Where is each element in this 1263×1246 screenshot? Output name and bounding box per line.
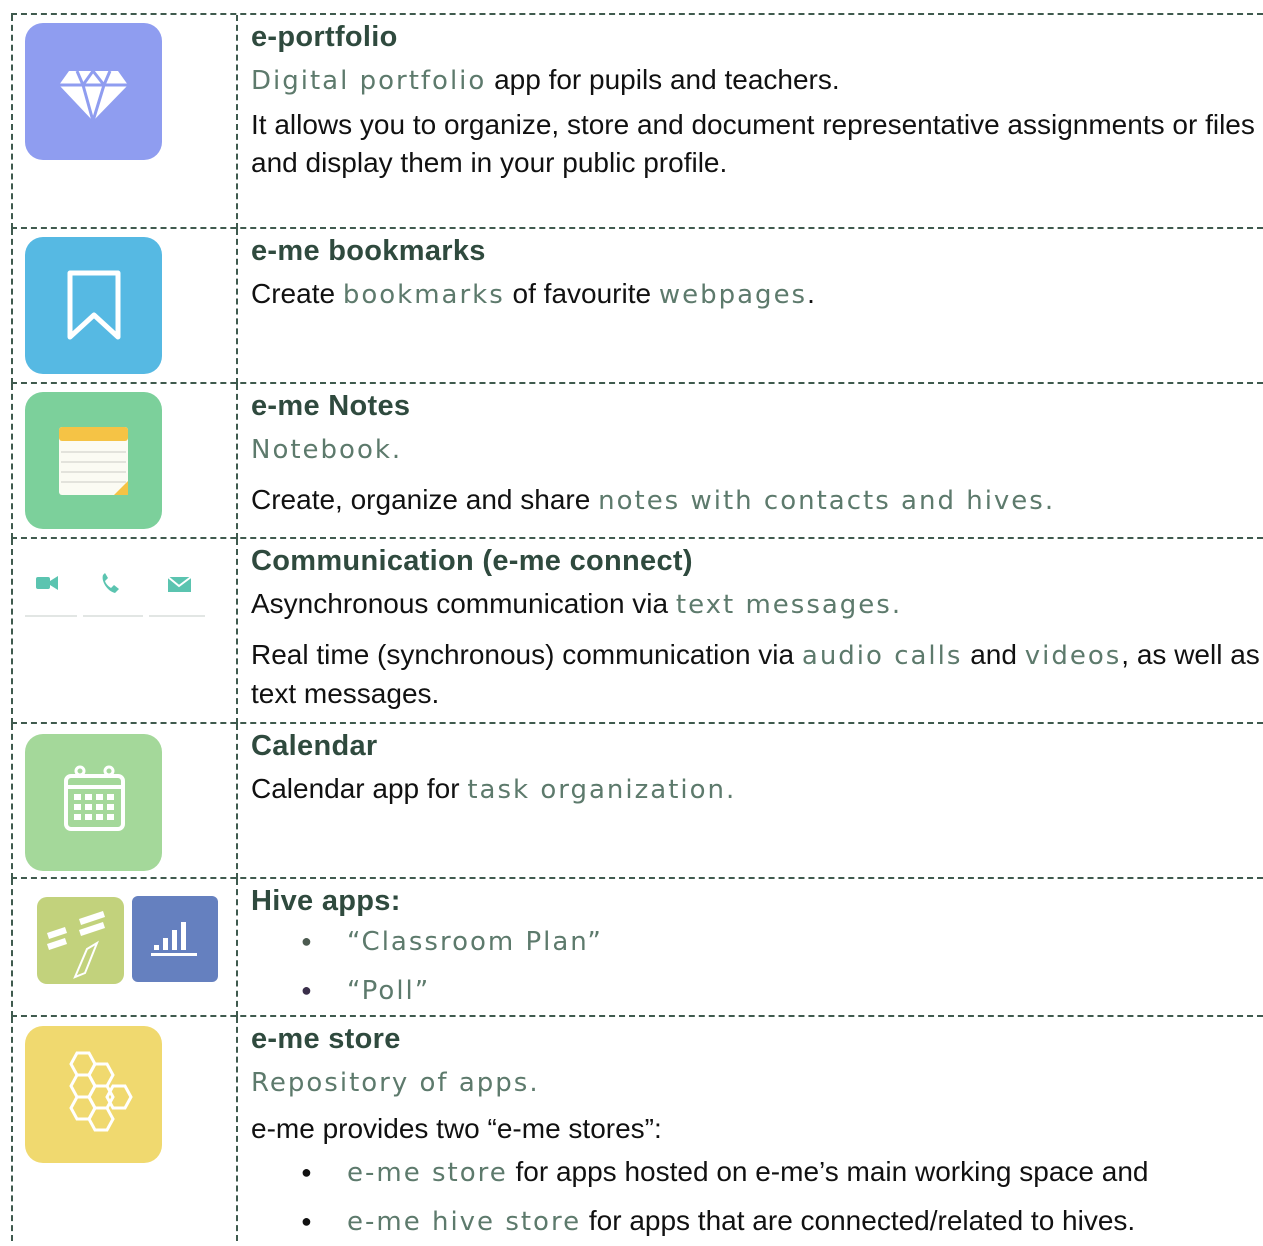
- row-e-me-notes: e-me Notes Notebook. Create, organize an…: [11, 382, 1263, 539]
- poll-app-icon[interactable]: [132, 896, 218, 982]
- calendar-icon: [64, 765, 125, 831]
- audio-calls-link[interactable]: audio calls: [802, 641, 963, 671]
- notes-link[interactable]: notes with contacts and hives.: [598, 486, 1055, 516]
- row-description: It allows you to organize, store and doc…: [251, 109, 1255, 178]
- row-e-me-bookmarks: e-me bookmarks Create bookmarks of favou…: [11, 227, 1263, 384]
- envelope-icon[interactable]: [149, 576, 205, 617]
- communication-icons: [11, 539, 236, 724]
- row-calendar: Calendar Calendar app for task organizat…: [11, 722, 1263, 879]
- calendar-app-icon[interactable]: [25, 734, 162, 871]
- row-e-me-store: e-me store Repository of apps. e-me prov…: [11, 1015, 1263, 1245]
- e-me-hive-store-link[interactable]: e-me hive store: [347, 1207, 581, 1237]
- digital-portfolio-link[interactable]: Digital portfolio: [251, 66, 486, 96]
- bookmarks-app-icon[interactable]: [25, 237, 162, 374]
- phone-icon[interactable]: [83, 573, 143, 617]
- e-me-store-link[interactable]: e-me store: [347, 1158, 508, 1188]
- notebook-link[interactable]: Notebook.: [251, 435, 402, 465]
- bookmark-icon: [67, 270, 121, 340]
- poll-icon: [151, 922, 197, 956]
- task-organization-link[interactable]: task organization.: [467, 775, 736, 805]
- row-communication: Communication (e-me connect) Asynchronou…: [11, 537, 1263, 724]
- row-e-portfolio: e-portfolio Digital portfolio app for pu…: [11, 13, 1263, 229]
- video-camera-icon[interactable]: [25, 576, 77, 617]
- row-title: e-me Notes: [251, 390, 411, 422]
- classroom-plan-app-icon[interactable]: [37, 897, 124, 984]
- row-title: e-me store: [251, 1023, 401, 1055]
- webpages-link[interactable]: webpages: [659, 280, 807, 310]
- repository-link[interactable]: Repository of apps.: [251, 1068, 540, 1098]
- list-item: e-me store for apps hosted on e-me’s mai…: [301, 1148, 1263, 1197]
- row-title: Calendar: [251, 730, 378, 762]
- list-item: “Poll”: [301, 966, 1263, 1015]
- text-messages-link[interactable]: text messages.: [676, 590, 902, 620]
- classroom-plan-icon: [47, 911, 105, 979]
- honeycomb-icon: [69, 1051, 133, 1132]
- list-item: “Classroom Plan”: [301, 917, 1263, 966]
- videos-link[interactable]: videos: [1025, 641, 1122, 671]
- e-portfolio-app-icon[interactable]: [25, 23, 162, 160]
- apps-table: e-portfolio Digital portfolio app for pu…: [11, 13, 1263, 1245]
- store-app-icon[interactable]: [25, 1026, 162, 1163]
- row-title: e-me bookmarks: [251, 235, 486, 267]
- row-title: Hive apps:: [251, 885, 401, 917]
- notes-app-icon[interactable]: [25, 392, 162, 529]
- row-hive-apps: Hive apps: “Classroom Plan” “Poll”: [11, 877, 1263, 1017]
- bookmarks-link[interactable]: bookmarks: [343, 280, 505, 310]
- diamond-icon: [59, 68, 128, 127]
- row-title: Communication (e-me connect): [251, 545, 693, 577]
- row-title: e-portfolio: [251, 21, 398, 53]
- notepad-icon: [59, 427, 128, 495]
